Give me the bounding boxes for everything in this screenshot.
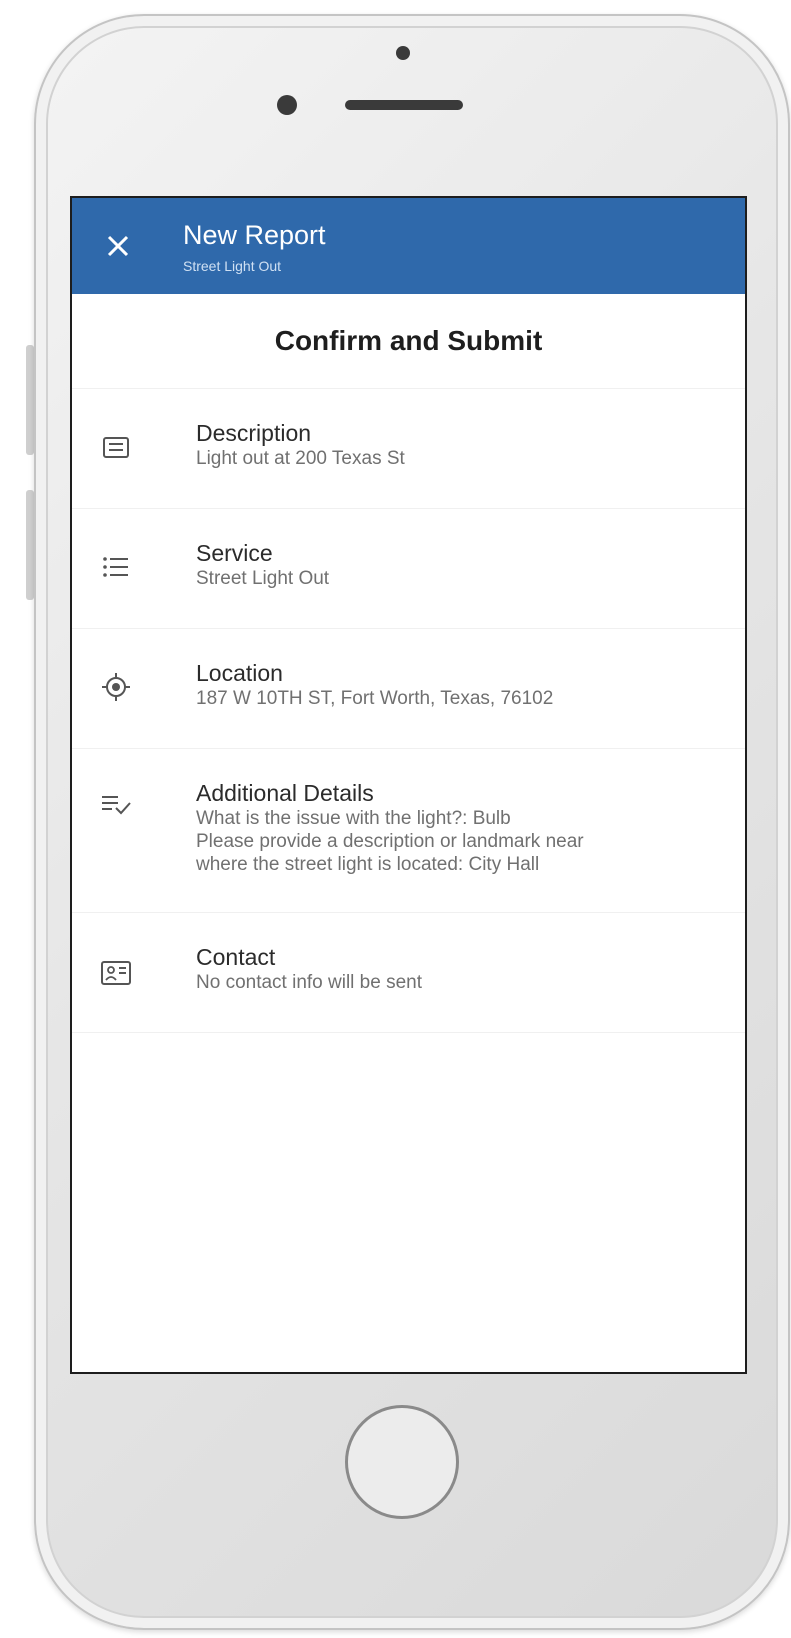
row-additional-details[interactable]: Additional Details What is the issue wit… <box>72 749 745 913</box>
close-icon <box>107 235 129 257</box>
row-service[interactable]: Service Street Light Out <box>72 509 745 629</box>
volume-up-button <box>26 345 34 455</box>
close-button[interactable] <box>98 226 138 266</box>
description-value: Light out at 200 Texas St <box>196 448 405 469</box>
app-screen: New Report Street Light Out Confirm and … <box>70 196 747 1374</box>
row-contact[interactable]: Contact No contact info will be sent <box>72 913 745 1033</box>
service-value: Street Light Out <box>196 568 330 589</box>
checklist-icon <box>98 787 134 823</box>
additional-details-line-1: What is the issue with the light?: Bulb <box>196 808 511 829</box>
location-value: 187 W 10TH ST, Fort Worth, Texas, 76102 <box>196 688 554 709</box>
page-title: Confirm and Submit <box>72 294 745 389</box>
contact-card-icon <box>98 955 134 991</box>
volume-down-button <box>26 490 34 600</box>
additional-details-label: Additional Details <box>196 780 374 806</box>
contact-label: Contact <box>196 944 276 970</box>
app-bar-title: New Report <box>183 220 326 250</box>
row-location[interactable]: Location 187 W 10TH ST, Fort Worth, Texa… <box>72 629 745 749</box>
contact-value: No contact info will be sent <box>196 972 423 993</box>
location-target-icon <box>98 669 134 705</box>
service-label: Service <box>196 540 273 566</box>
sensor-icon <box>396 46 410 60</box>
list-icon <box>98 549 134 585</box>
row-description[interactable]: Description Light out at 200 Texas St <box>72 389 745 509</box>
app-bar: New Report Street Light Out <box>72 198 745 294</box>
front-camera-icon <box>277 95 297 115</box>
additional-details-line-3: where the street light is located: City … <box>196 854 540 875</box>
page: New Report Street Light Out Confirm and … <box>0 0 791 1638</box>
description-icon <box>98 429 134 465</box>
description-label: Description <box>196 420 312 446</box>
additional-details-line-2: Please provide a description or landmark… <box>196 831 584 852</box>
location-label: Location <box>196 660 283 686</box>
earpiece-speaker <box>345 100 463 110</box>
app-bar-subtitle: Street Light Out <box>183 258 282 274</box>
home-button[interactable] <box>345 1405 459 1519</box>
